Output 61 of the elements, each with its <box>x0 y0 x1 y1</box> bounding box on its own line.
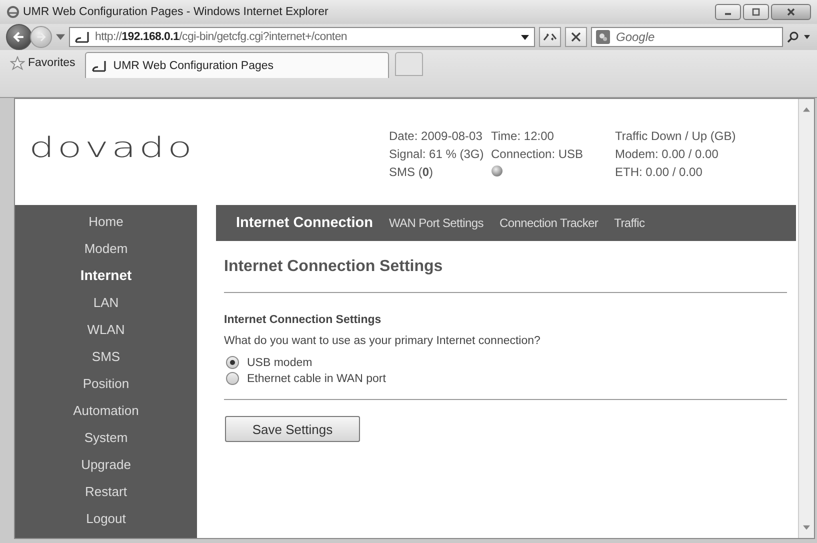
status-text: SMS (0) <box>389 165 434 179</box>
dropdown-icon[interactable] <box>521 34 529 40</box>
minimize-button[interactable] <box>715 4 741 20</box>
browser-tab[interactable]: UMR Web Configuration Pages <box>85 52 390 78</box>
sidebar-item[interactable]: Upgrade <box>81 451 131 478</box>
favorites-button[interactable]: Favorites <box>6 52 80 74</box>
search-icon[interactable] <box>787 31 811 43</box>
forward-arrow-icon <box>35 31 47 43</box>
close-button[interactable] <box>771 4 811 20</box>
sub-navigation-link[interactable]: Internet Connection <box>236 215 373 231</box>
sub-navigation-link[interactable]: Connection Tracker <box>499 216 598 230</box>
search-field[interactable]: Google <box>591 27 783 47</box>
search-provider-icon <box>596 30 610 44</box>
save-settings-button[interactable]: Save Settings <box>225 416 360 442</box>
status-text: Modem: 0.00 / 0.00 <box>615 147 720 161</box>
back-arrow-icon <box>12 30 26 44</box>
sidebar-item[interactable]: Position <box>82 370 130 397</box>
sidebar-item[interactable]: WLAN <box>87 316 125 343</box>
refresh-icon <box>543 31 557 43</box>
sidebar-item[interactable]: Automation <box>73 397 139 424</box>
scroll-down-icon[interactable] <box>803 525 810 530</box>
window-title: UMR Web Configuration Pages - Windows Internet Explorer <box>23 6 328 18</box>
option-label: Ethernet cable in WAN port <box>247 372 386 384</box>
radio-button[interactable] <box>226 372 239 385</box>
option-label: USB modem <box>247 356 312 368</box>
status-light-icon <box>491 165 503 177</box>
form-title: Internet Connection Settings <box>224 314 382 326</box>
maximize-button[interactable] <box>743 4 769 20</box>
browser-icon <box>6 5 20 19</box>
sidebar-item[interactable]: System <box>84 424 128 451</box>
question-text: What do you want to use as your primary Internet connection? <box>224 335 540 347</box>
scroll-up-icon[interactable] <box>803 107 810 112</box>
stop-button[interactable] <box>565 27 587 47</box>
maximize-icon <box>751 8 761 16</box>
logo: dovado <box>29 132 196 164</box>
address-field[interactable]: http://192.168.0.1/cgi-bin/getcfg.cgi?internet+/conten <box>69 27 535 47</box>
sub-navigation-link[interactable]: Traffic <box>614 216 645 230</box>
page-icon <box>92 60 108 72</box>
stop-icon <box>571 32 581 42</box>
sidebar-item[interactable]: Logout <box>86 505 126 532</box>
status-text: Time: 12:00 <box>491 129 555 143</box>
sidebar-item[interactable]: Modem <box>84 235 128 262</box>
scrollbar[interactable] <box>798 99 814 538</box>
sidebar-item[interactable]: Internet <box>80 262 132 289</box>
status-text: Connection: USB <box>491 147 584 161</box>
star-icon <box>10 56 25 70</box>
sidebar-item[interactable]: Restart <box>85 478 127 505</box>
page-icon <box>75 31 91 43</box>
status-text: Signal: 61 % (3G) <box>389 147 481 161</box>
radio-button[interactable] <box>226 356 239 369</box>
sidebar-item[interactable]: SMS <box>92 343 120 370</box>
status-text: Traffic Down / Up (GB) <box>615 129 736 143</box>
status-text: ETH: 0.00 / 0.00 <box>615 165 704 179</box>
page-heading: Internet Connection Settings <box>224 258 443 276</box>
status-text: Date: 2009-08-03 <box>389 129 481 143</box>
sidebar-item[interactable]: Home <box>88 208 124 235</box>
close-icon <box>786 8 796 16</box>
sub-navigation-link[interactable]: WAN Port Settings <box>388 216 484 230</box>
sidebar-item[interactable]: LAN <box>93 289 119 316</box>
refresh-button[interactable] <box>539 27 561 47</box>
back-button[interactable] <box>6 24 32 50</box>
